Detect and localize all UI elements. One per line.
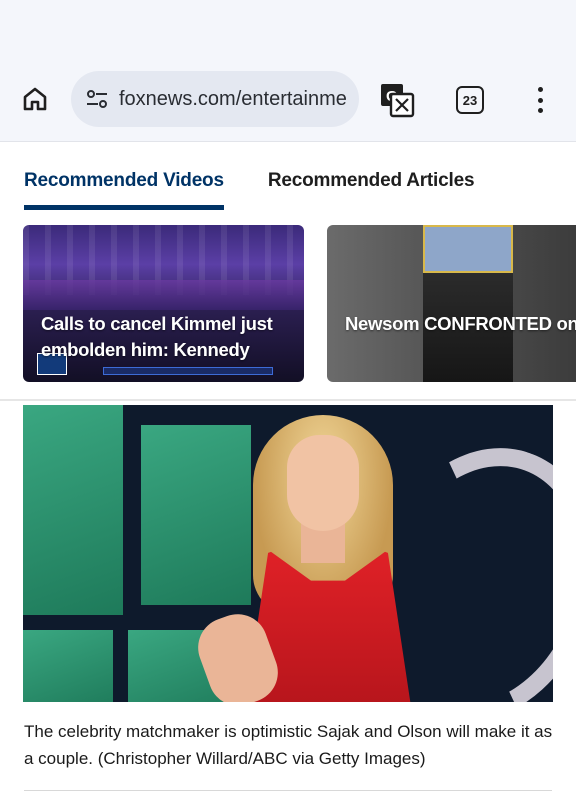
home-icon: [23, 87, 47, 111]
divider: [24, 790, 552, 791]
tab-count: 23: [462, 92, 478, 108]
wheel-panel: [23, 405, 123, 615]
video-carousel: Calls to cancel Kimmel just embolden him…: [23, 225, 576, 382]
tab-recommended-videos[interactable]: Recommended Videos: [24, 170, 224, 210]
video-thumbnail-stage: [23, 280, 304, 310]
url-text[interactable]: foxnews.com/entertainme: [119, 88, 351, 111]
recommended-tabs: Recommended Videos Recommended Articles: [24, 170, 518, 210]
status-bar-area: [0, 0, 576, 60]
browser-toolbar: foxnews.com/entertainme G 23: [0, 60, 576, 142]
translate-icon: G: [381, 84, 415, 118]
video-card[interactable]: Newsom CONFRONTED on California's high c…: [327, 225, 576, 382]
home-button[interactable]: [18, 82, 52, 116]
divider: [0, 399, 576, 401]
video-thumbnail-inset: [423, 225, 513, 273]
video-title: Calls to cancel Kimmel just embolden him…: [41, 313, 273, 360]
wheel-panel: [23, 630, 113, 702]
photo-subject: [189, 415, 423, 702]
video-title: Newsom CONFRONTED on California's high c…: [345, 313, 576, 334]
chyron-bar: [103, 367, 273, 375]
photo-caption: The celebrity matchmaker is optimistic S…: [24, 722, 553, 768]
more-vert-icon[interactable]: [528, 84, 552, 116]
site-settings-icon[interactable]: [83, 85, 111, 113]
translate-button[interactable]: G: [379, 82, 415, 118]
article-photo: [23, 405, 553, 702]
video-card[interactable]: Calls to cancel Kimmel just embolden him…: [23, 225, 304, 382]
tab-recommended-articles[interactable]: Recommended Articles: [268, 170, 475, 210]
tab-switcher-button[interactable]: 23: [456, 86, 484, 114]
address-bar[interactable]: foxnews.com/entertainme: [71, 71, 359, 127]
